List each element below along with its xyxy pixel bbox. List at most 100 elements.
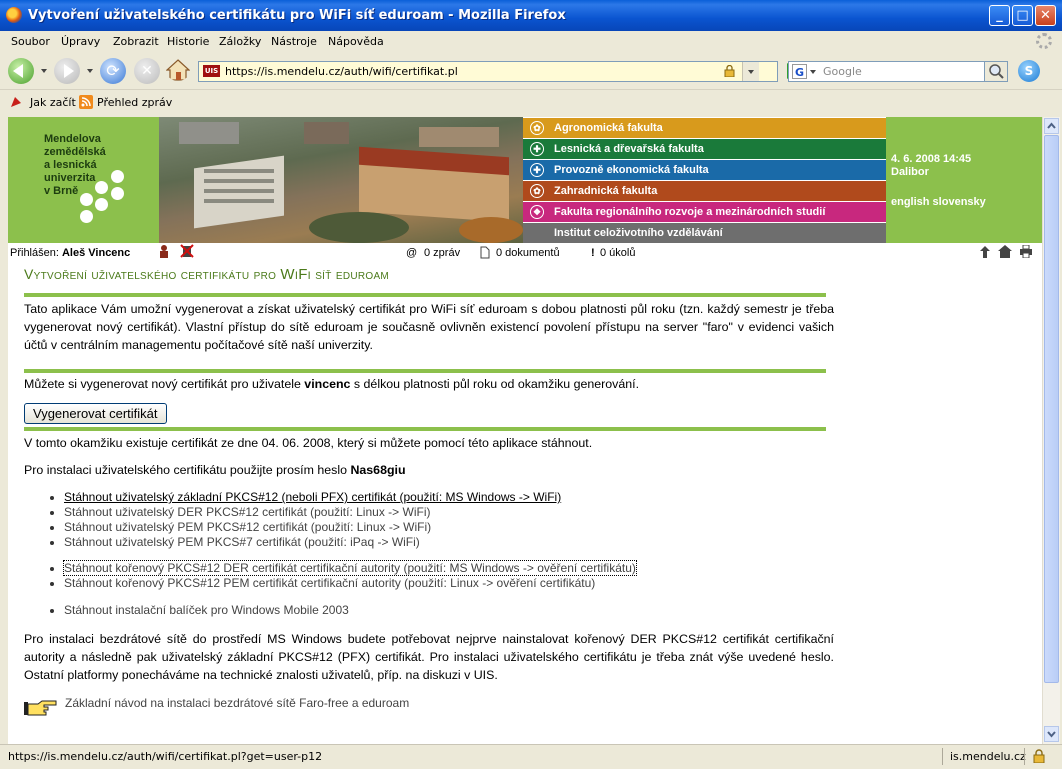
close-button[interactable]: ✕ xyxy=(1035,5,1056,26)
faculty-lesnicka[interactable]: ✚ Lesnická a dřevařská fakulta xyxy=(523,139,886,159)
university-logo[interactable]: Mendelova zemědělská a lesnická univerzi… xyxy=(8,117,159,243)
download-user-pkcs7-link[interactable]: Stáhnout uživatelský PEM PKCS#7 certifik… xyxy=(64,535,420,549)
download-root-der-link[interactable]: Stáhnout kořenový PKCS#12 DER certifikát… xyxy=(63,560,637,576)
list-item: Stáhnout kořenový PKCS#12 PEM certifikát… xyxy=(64,576,636,591)
menu-upravy[interactable]: Úpravy xyxy=(61,35,100,48)
session-panel: 4. 6. 2008 14:45 Dalibor english slovens… xyxy=(886,117,1042,243)
search-icon xyxy=(989,64,1004,79)
search-placeholder[interactable]: Google xyxy=(823,65,862,78)
bookmark-prehled-zprav[interactable]: Přehled zpráv xyxy=(97,96,172,109)
list-item: Stáhnout uživatelský základní PKCS#12 (n… xyxy=(64,490,561,505)
download-user-pfx-link[interactable]: Stáhnout uživatelský základní PKCS#12 (n… xyxy=(64,490,561,504)
download-user-pem-link[interactable]: Stáhnout uživatelský PEM PKCS#12 certifi… xyxy=(64,520,431,534)
installation-instructions: Pro instalaci bezdrátové sítě do prostře… xyxy=(24,632,834,682)
existing-certificate-info: V tomto okamžiku existuje certifikát ze … xyxy=(24,436,593,450)
home-button[interactable] xyxy=(166,59,190,81)
root-certificate-links: Stáhnout kořenový PKCS#12 DER certifikát… xyxy=(24,560,637,591)
vertical-scrollbar[interactable] xyxy=(1042,117,1060,744)
document-icon[interactable] xyxy=(480,246,490,259)
logo-dot xyxy=(111,170,124,183)
window-title: Vytvoření uživatelského certifikátu pro … xyxy=(28,8,566,23)
user-profile-icon[interactable] xyxy=(158,244,170,258)
divider xyxy=(24,293,826,297)
search-button[interactable] xyxy=(984,61,1008,82)
scroll-thumb[interactable] xyxy=(1044,135,1059,683)
list-item: Stáhnout uživatelský PEM PKCS#12 certifi… xyxy=(64,520,561,535)
faculty-provozne-ekonomicka[interactable]: ✚ Provozně ekonomická fakulta xyxy=(523,160,886,180)
search-box[interactable]: G Google xyxy=(788,61,1008,82)
faculty-icon: ❖ xyxy=(530,205,544,219)
faculty-icon: ✿ xyxy=(530,121,544,135)
generate-certificate-button[interactable]: Vygenerovat certifikát xyxy=(24,403,167,424)
faculty-regionalniho-rozvoje[interactable]: ❖ Fakulta regionálního rozvoje a mezinár… xyxy=(523,202,886,222)
status-domain: is.mendelu.cz xyxy=(950,750,1026,763)
menu-zalozky[interactable]: Záložky xyxy=(219,35,261,48)
bookmark-jak-zacit[interactable]: Jak začít xyxy=(30,96,76,109)
url-text[interactable]: https://is.mendelu.cz/auth/wifi/certifik… xyxy=(225,65,458,78)
site-favicon-icon: UIS xyxy=(203,65,220,77)
menu-bar: Soubor Úpravy Zobrazit Historie Záložky … xyxy=(0,31,1062,52)
divider xyxy=(1024,748,1025,765)
url-history-dropdown[interactable] xyxy=(742,62,759,81)
skype-icon[interactable]: S xyxy=(1018,60,1040,82)
guide-link[interactable]: Základní návod na instalaci bezdrátové s… xyxy=(65,696,409,710)
download-mobile-package-link[interactable]: Stáhnout instalační balíček pro Windows … xyxy=(64,603,349,617)
tasks-icon[interactable]: ! xyxy=(591,247,595,259)
menu-soubor[interactable]: Soubor xyxy=(11,35,50,48)
logo-dot xyxy=(80,193,93,206)
home-icon[interactable] xyxy=(998,245,1012,258)
user-certificate-links: Stáhnout uživatelský základní PKCS#12 (n… xyxy=(24,490,561,550)
browser-window: Vytvoření uživatelského certifikátu pro … xyxy=(0,0,1062,769)
pointing-hand-icon xyxy=(24,700,57,716)
menu-zobrazit[interactable]: Zobrazit xyxy=(113,35,159,48)
certificate-password: Nas68giu xyxy=(350,463,406,477)
logout-icon[interactable] xyxy=(180,244,194,258)
list-item: Stáhnout kořenový PKCS#12 DER certifikát… xyxy=(63,560,637,576)
campus-photo xyxy=(159,117,523,243)
page-content: Mendelova zemědělská a lesnická univerzi… xyxy=(8,117,1042,744)
search-engine-icon[interactable]: G xyxy=(792,64,807,79)
download-user-der-link[interactable]: Stáhnout uživatelský DER PKCS#12 certifi… xyxy=(64,505,430,519)
reload-button[interactable]: ⟳ xyxy=(100,58,126,84)
logged-in-info: Přihlášen: Aleš Vincenc xyxy=(10,247,131,259)
lock-icon[interactable] xyxy=(1033,749,1045,763)
messages-count[interactable]: 0 zpráv xyxy=(424,247,460,259)
logged-user: Aleš Vincenc xyxy=(61,247,131,259)
throbber-icon xyxy=(1036,33,1052,49)
divider xyxy=(24,427,826,431)
faculty-agronomicka[interactable]: ✿ Agronomická fakulta xyxy=(523,118,886,138)
tasks-count[interactable]: 0 úkolů xyxy=(600,247,635,259)
forward-history-dropdown-icon[interactable] xyxy=(87,69,93,73)
lock-icon[interactable] xyxy=(724,65,735,77)
menu-historie[interactable]: Historie xyxy=(167,35,209,48)
stop-button[interactable]: ✕ xyxy=(134,58,160,84)
forward-button[interactable] xyxy=(54,58,80,84)
language-links[interactable]: english slovensky xyxy=(891,196,986,208)
faculty-institut-celozivotniho-vzdelavani[interactable]: Institut celoživotního vzdělávání xyxy=(523,223,886,243)
arrow-up-icon[interactable] xyxy=(980,246,990,258)
menu-nastroje[interactable]: Nástroje xyxy=(271,35,317,48)
logo-dot xyxy=(80,210,93,223)
chevron-down-icon xyxy=(1047,731,1056,738)
back-button[interactable] xyxy=(8,58,34,84)
minimize-button[interactable]: _ xyxy=(989,5,1010,26)
faculty-icon: ✿ xyxy=(530,184,544,198)
list-item: Stáhnout uživatelský DER PKCS#12 certifi… xyxy=(64,505,561,520)
maximize-button[interactable]: □ xyxy=(1012,5,1033,26)
faculty-zahradnicka[interactable]: ✿ Zahradnická fakulta xyxy=(523,181,886,201)
documents-count[interactable]: 0 dokumentů xyxy=(496,247,560,259)
faculty-icon: ✚ xyxy=(530,163,544,177)
firefox-logo-icon xyxy=(6,7,22,23)
search-engine-dropdown-icon[interactable] xyxy=(810,70,816,74)
url-bar[interactable]: UIS https://is.mendelu.cz/auth/wifi/cert… xyxy=(198,61,799,82)
logo-dot xyxy=(95,198,108,211)
menu-napoveda[interactable]: Nápověda xyxy=(328,35,384,48)
generate-user: vincenc xyxy=(304,377,351,391)
back-history-dropdown-icon[interactable] xyxy=(41,69,47,73)
print-icon[interactable] xyxy=(1020,245,1032,258)
download-root-pem-link[interactable]: Stáhnout kořenový PKCS#12 PEM certifikát… xyxy=(64,576,595,590)
messages-icon[interactable]: @ xyxy=(406,247,417,259)
scroll-up-button[interactable] xyxy=(1044,118,1059,134)
scroll-down-button[interactable] xyxy=(1044,726,1059,742)
list-item: Stáhnout instalační balíček pro Windows … xyxy=(64,603,349,618)
